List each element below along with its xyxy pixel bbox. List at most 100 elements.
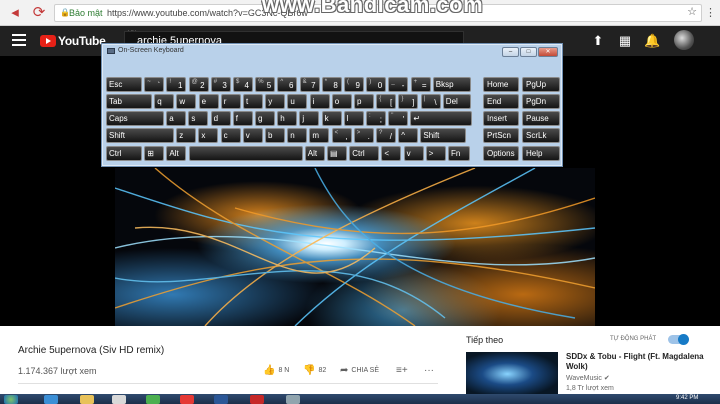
key-\[interactable]: | \: [420, 94, 441, 109]
share-button[interactable]: ➦ CHIA SẺ: [340, 365, 379, 376]
browser-menu-icon[interactable]: ⋮: [705, 6, 716, 19]
key-Shift[interactable]: Shift: [420, 128, 467, 143]
key-y[interactable]: y: [265, 94, 286, 109]
on-screen-keyboard-window[interactable]: On-Screen Keyboard – □ ✕ Esc ~ `! 1 @2 #3 $4% 5…: [101, 43, 563, 167]
key-scrlk[interactable]: ScrLk: [522, 128, 560, 143]
key-pgdn[interactable]: PgDn: [522, 94, 560, 109]
key-w[interactable]: w: [176, 94, 197, 109]
key-o[interactable]: o: [331, 94, 352, 109]
bookmark-star-icon[interactable]: ☆: [687, 4, 697, 20]
word-icon[interactable]: [214, 395, 228, 404]
key-p[interactable]: p: [354, 94, 374, 109]
key-8[interactable]: * 8: [321, 77, 342, 92]
key-5[interactable]: % 5: [255, 77, 276, 92]
key-0[interactable]: ) 0: [366, 77, 387, 92]
key--[interactable]: _ -: [388, 77, 409, 92]
key-v[interactable]: v: [242, 128, 263, 143]
key-b[interactable]: b: [265, 128, 285, 143]
key-j[interactable]: j: [299, 111, 320, 126]
key-`[interactable]: ~ `: [144, 77, 165, 92]
key-n[interactable]: n: [287, 128, 308, 143]
key-<[interactable]: <: [381, 146, 402, 161]
key-6[interactable]: ^ 6: [277, 77, 298, 92]
maximize-button[interactable]: □: [520, 47, 537, 57]
key-c[interactable]: c: [220, 128, 241, 143]
key-][interactable]: }]: [398, 94, 419, 109]
app-icon[interactable]: [112, 395, 126, 404]
key-space[interactable]: [188, 146, 303, 161]
key-u[interactable]: u: [287, 94, 308, 109]
key-Tab[interactable]: Tab: [106, 94, 152, 109]
key-g[interactable]: g: [255, 111, 275, 126]
add-to-playlist-button[interactable]: ≡+: [396, 365, 411, 376]
key-Caps[interactable]: Caps: [106, 111, 164, 126]
key-e[interactable]: e: [198, 94, 219, 109]
menu-icon[interactable]: [12, 34, 26, 46]
key-q[interactable]: q: [154, 94, 175, 109]
apps-icon[interactable]: ▦: [617, 33, 633, 49]
key-l[interactable]: l: [343, 111, 364, 126]
key-^[interactable]: ^: [398, 128, 419, 143]
key-'[interactable]: " ': [388, 111, 409, 126]
key-4[interactable]: $4: [233, 77, 253, 92]
key-⊞[interactable]: ⊞: [144, 146, 165, 161]
key-Shift[interactable]: Shift: [106, 128, 174, 143]
key-pgup[interactable]: PgUp: [522, 77, 560, 92]
key-Ctrl[interactable]: Ctrl: [349, 146, 380, 161]
avatar[interactable]: [674, 30, 694, 50]
key-Fn[interactable]: Fn: [448, 146, 470, 161]
key->[interactable]: >: [425, 146, 446, 161]
key-Ctrl[interactable]: Ctrl: [106, 146, 142, 161]
key-[[interactable]: {[: [376, 94, 397, 109]
key-Bksp[interactable]: Bksp: [432, 77, 471, 92]
close-button[interactable]: ✕: [538, 47, 558, 57]
minimize-button[interactable]: –: [502, 47, 519, 57]
key-f[interactable]: f: [232, 111, 253, 126]
ie-icon[interactable]: [44, 395, 58, 404]
key-home[interactable]: Home: [483, 77, 519, 92]
recommended-thumbnail[interactable]: [466, 352, 558, 396]
key-i[interactable]: i: [309, 94, 330, 109]
more-actions-button[interactable]: ···: [424, 365, 437, 376]
key-options[interactable]: Options: [483, 146, 519, 161]
key-.[interactable]: >.: [353, 128, 374, 143]
key-help[interactable]: Help: [522, 146, 560, 161]
key-/[interactable]: ? /: [376, 128, 396, 143]
key-9[interactable]: (9: [344, 77, 364, 92]
key-3[interactable]: #3: [210, 77, 231, 92]
upload-icon[interactable]: ⬆: [590, 33, 606, 49]
key-pause[interactable]: Pause: [522, 111, 560, 126]
app-icon[interactable]: [146, 395, 160, 404]
key-Esc[interactable]: Esc: [106, 77, 142, 92]
key-s[interactable]: s: [188, 111, 209, 126]
app-icon[interactable]: [286, 395, 300, 404]
key-k[interactable]: k: [321, 111, 342, 126]
key-↵[interactable]: ↵: [410, 111, 473, 126]
notifications-bell-icon[interactable]: 🔔: [644, 33, 660, 49]
recommended-channel[interactable]: WaveMusic ✔: [566, 374, 610, 382]
key-2[interactable]: @2: [188, 77, 209, 92]
video-frame[interactable]: [115, 168, 595, 326]
key-end[interactable]: End: [483, 94, 519, 109]
start-button-icon[interactable]: [4, 395, 18, 404]
back-icon[interactable]: ◂: [6, 4, 24, 22]
key-x[interactable]: x: [198, 128, 219, 143]
like-button[interactable]: 👍 8 N: [263, 365, 289, 376]
key-1[interactable]: ! 1: [166, 77, 187, 92]
key-v[interactable]: v: [403, 146, 424, 161]
key-Alt[interactable]: Alt: [304, 146, 325, 161]
key-,[interactable]: <,: [331, 128, 352, 143]
key-insert[interactable]: Insert: [483, 111, 519, 126]
reload-icon[interactable]: ⟳: [30, 4, 48, 22]
key-Del[interactable]: Del: [442, 94, 471, 109]
key-7[interactable]: & 7: [299, 77, 320, 92]
key-;[interactable]: :;: [366, 111, 386, 126]
chrome-icon[interactable]: [250, 395, 264, 404]
key-r[interactable]: r: [220, 94, 241, 109]
key-m[interactable]: m: [309, 128, 330, 143]
dislike-button[interactable]: 👎 82: [303, 365, 326, 376]
key-prtscn[interactable]: PrtScn: [483, 128, 519, 143]
key-z[interactable]: z: [176, 128, 197, 143]
key-d[interactable]: d: [210, 111, 231, 126]
autoplay-toggle[interactable]: [668, 334, 689, 345]
